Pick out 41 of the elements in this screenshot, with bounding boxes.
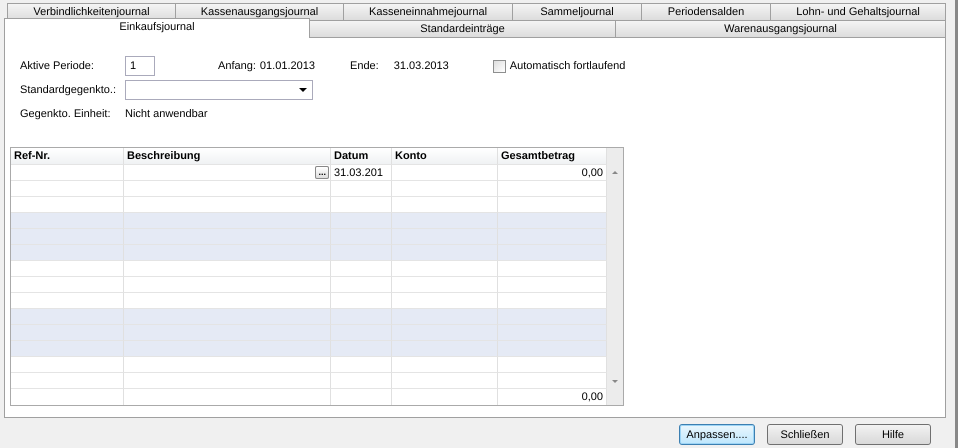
dialog-button[interactable]: Schließen: [767, 424, 843, 445]
unit-value: Nicht anwendbar: [125, 108, 208, 120]
table-cell: 31.03.201: [331, 165, 392, 181]
field-label: Aktive Periode:: [20, 60, 95, 72]
date-value: 01.01.2013: [260, 60, 315, 72]
column-header: Datum: [331, 148, 392, 165]
period-field[interactable]: 1: [125, 56, 155, 76]
tab[interactable]: Periodensalden: [641, 3, 771, 20]
table-cell: [331, 341, 392, 357]
checkbox[interactable]: [492, 60, 506, 72]
date-value: 31.03.2013: [394, 60, 449, 72]
field-label: Gegenkto. Einheit:: [20, 108, 112, 120]
tab[interactable]: Warenausgangsjournal: [615, 20, 946, 38]
scrollbar-corner: [607, 148, 623, 165]
checkbox-label: Automatisch fortlaufend: [510, 60, 626, 72]
table-cell: [331, 261, 392, 277]
column-header: Beschreibung: [124, 148, 331, 165]
browse-button[interactable]: ...: [315, 166, 329, 179]
table-cell: [331, 181, 392, 197]
scroll-up-icon[interactable]: [612, 171, 618, 174]
column-header: Ref-Nr.: [11, 148, 124, 165]
column-header: Konto: [392, 148, 498, 165]
tab[interactable]: Lohn- und Gehaltsjournal: [770, 3, 946, 20]
scroll-down-icon[interactable]: [612, 380, 618, 383]
caret-icon: [299, 88, 307, 92]
tab[interactable]: Standardeinträge: [309, 20, 616, 38]
tab[interactable]: Kassenausgangsjournal: [175, 3, 344, 20]
dialog-button[interactable]: Anpassen....: [679, 424, 755, 445]
table-cell: [331, 277, 392, 293]
tab[interactable]: Kasseneinnahmejournal: [343, 3, 513, 20]
field-label: Ende:: [350, 60, 379, 72]
table-cell: [331, 357, 392, 373]
table-cell: [331, 245, 392, 261]
field-label: Anfang:: [218, 60, 256, 72]
scrollbar-corner: [607, 389, 623, 405]
tab[interactable]: Sammeljournal: [512, 3, 642, 20]
tab[interactable]: Einkaufsjournal: [4, 18, 310, 38]
account-dropdown[interactable]: [125, 80, 313, 100]
field-label: Standardgegenkto.:: [20, 84, 118, 96]
dialog-button[interactable]: Hilfe: [855, 424, 931, 445]
table-cell: [331, 373, 392, 389]
